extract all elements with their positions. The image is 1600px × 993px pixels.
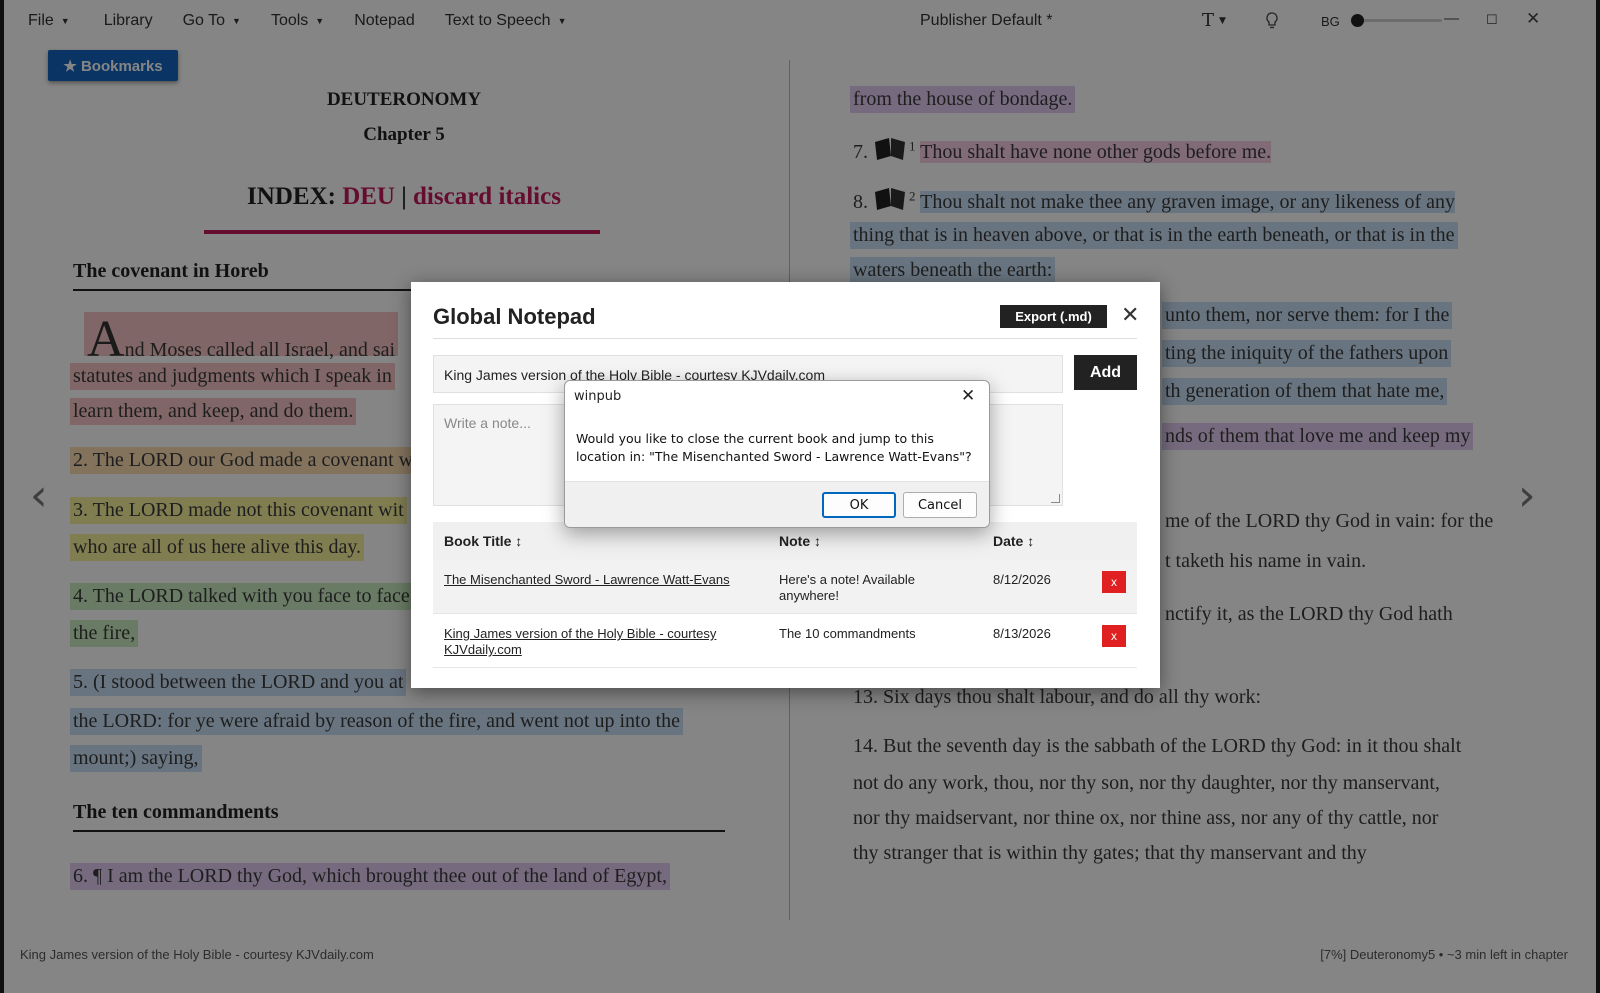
delete-note-button[interactable]: x	[1102, 625, 1126, 647]
export-md-button[interactable]: Export (.md)	[1000, 305, 1107, 328]
add-note-button[interactable]: Add	[1074, 355, 1137, 390]
confirm-dialog: winpub ✕ Would you like to close the cur…	[564, 380, 990, 528]
column-note[interactable]: Note ↕	[779, 533, 821, 549]
column-date[interactable]: Date ↕	[993, 533, 1034, 549]
row-book-link[interactable]: King James version of the Holy Bible - c…	[444, 626, 764, 658]
note-placeholder: Write a note...	[444, 415, 531, 431]
row-book-link[interactable]: The Misenchanted Sword - Lawrence Watt-E…	[444, 572, 744, 588]
row-date: 8/13/2026	[993, 626, 1051, 641]
ok-button[interactable]: OK	[822, 492, 896, 518]
dialog-message: Would you like to close the current book…	[576, 431, 972, 464]
row-date: 8/12/2026	[993, 572, 1051, 587]
column-book-title[interactable]: Book Title ↕	[444, 533, 522, 549]
delete-note-button[interactable]: x	[1102, 571, 1126, 593]
dialog-footer: OK Cancel	[565, 481, 989, 527]
row-note: The 10 commandments	[779, 626, 916, 641]
resize-handle-icon[interactable]	[1051, 494, 1060, 503]
row-note: Here's a note! Available anywhere!	[779, 572, 915, 603]
close-icon[interactable]: ✕	[1121, 302, 1139, 328]
dialog-close-icon[interactable]: ✕	[961, 386, 975, 406]
table-row: The Misenchanted Sword - Lawrence Watt-E…	[433, 560, 1137, 614]
modal-divider	[433, 338, 1137, 339]
modal-title: Global Notepad	[433, 304, 596, 329]
table-row: King James version of the Holy Bible - c…	[433, 614, 1137, 668]
dialog-title: winpub	[574, 389, 622, 404]
cancel-button[interactable]: Cancel	[903, 492, 977, 518]
